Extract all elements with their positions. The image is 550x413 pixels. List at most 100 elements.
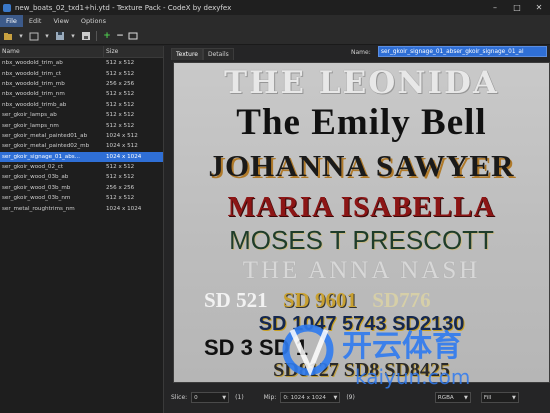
sign-text: SD 9601	[282, 288, 357, 312]
list-item[interactable]: ser_gkoir_lamps_nm 512 x 512	[0, 120, 163, 130]
dropdown-arrow-icon[interactable]: ▾	[16, 31, 26, 41]
list-item[interactable]: ser_gkoir_wood_03b_nm 512 x 512	[0, 193, 163, 203]
menu-file[interactable]: File	[0, 15, 23, 27]
list-item[interactable]: ser_gkoir_signage_01_abs... 1024 x 1024	[0, 151, 163, 162]
sign-text: SD8127 SD8 SD8425	[273, 359, 450, 381]
sign-text: MOSES T PRESCOTT	[229, 225, 494, 255]
texture-size: 512 x 512	[106, 174, 135, 181]
texture-size: 512 x 512	[106, 60, 135, 67]
chevron-down-icon: ▼	[333, 394, 338, 401]
menu-bar: File Edit View Options	[0, 15, 550, 27]
slice-count: (1)	[235, 393, 244, 401]
texture-name: ser_gkoir_wood_03b_ab	[2, 174, 69, 181]
dropdown-arrow-icon[interactable]: ▾	[42, 31, 52, 41]
texture-size: 256 x 256	[106, 184, 135, 191]
list-item[interactable]: ser_gkoir_wood_03b_ab 512 x 512	[0, 172, 163, 182]
name-label: Name:	[351, 49, 371, 56]
app-window: new_boats_02_txd1+hi.ytd - Texture Pack …	[0, 0, 550, 413]
column-header-size[interactable]: Size	[104, 48, 118, 55]
toolbar: ▾ ▾ ▾ + −	[0, 27, 550, 45]
list-item[interactable]: nbx_woodold_trimb_ab 512 x 512	[0, 100, 163, 110]
sd-row-1: SD 521 SD 9601 SD776	[204, 288, 534, 313]
texture-size: 512 x 512	[106, 122, 135, 129]
texture-size: 512 x 512	[106, 101, 135, 108]
save-as-icon[interactable]	[81, 31, 91, 41]
texture-name: ser_gkoir_wood_02_ct	[2, 164, 64, 171]
dropdown-arrow-icon[interactable]: ▾	[68, 31, 78, 41]
chevron-down-icon: ▼	[222, 394, 227, 401]
texture-list: Name Size nbx_woodold_trim_ab 512 x 512 nb…	[0, 45, 164, 413]
texture-size: 1024 x 512	[106, 143, 138, 150]
texture-name: ser_gkoir_metal_painted02_mb	[2, 143, 90, 150]
texture-size: 512 x 512	[106, 164, 135, 171]
sign-text: SD 1047 5743 SD2130	[258, 313, 465, 335]
texture-size: 512 x 512	[106, 70, 135, 77]
replace-icon[interactable]	[128, 31, 138, 41]
texture-size: 1024 x 1024	[106, 205, 142, 212]
sign-text: JOHANNA SAWYER	[208, 148, 515, 183]
slice-select[interactable]: 0 ▼	[191, 391, 230, 403]
app-icon	[3, 3, 11, 12]
open-icon[interactable]	[3, 31, 13, 41]
sign-text: The Emily Bell	[236, 102, 487, 143]
texture-preview: THE LEONIDA The Emily Bell JOHANNA SAWYE…	[173, 62, 550, 383]
mip-value: 0: 1024 x 1024	[283, 394, 326, 401]
texture-name: ser_gkoir_wood_03b_nm	[2, 195, 71, 202]
format-value: RGBA	[437, 394, 454, 401]
name-field[interactable]: ser_gkoir_signage_01_abser_gkoir_signage…	[378, 46, 547, 57]
remove-icon[interactable]: −	[115, 31, 125, 41]
texture-name: ser_gkoir_metal_painted01_ab	[2, 132, 88, 139]
mip-label: Mip:	[263, 393, 277, 401]
slice-label: Slice:	[171, 393, 188, 401]
fit-select[interactable]: Fill ▼	[480, 391, 519, 403]
texture-size: 512 x 512	[106, 91, 135, 98]
list-header: Name Size	[0, 45, 163, 58]
mip-select[interactable]: 0: 1024 x 1024 ▼	[280, 391, 341, 403]
list-item[interactable]: ser_gkoir_metal_painted02_mb 1024 x 512	[0, 141, 163, 151]
list-item[interactable]: ser_gkoir_metal_painted01_ab 1024 x 512	[0, 131, 163, 141]
list-item[interactable]: nbx_woodold_trim_ab 512 x 512	[0, 58, 163, 68]
list-item[interactable]: ser_gkoir_wood_03b_mb 256 x 256	[0, 183, 163, 193]
texture-size: 256 x 256	[106, 80, 135, 87]
texture-name: nbx_woodold_trim_ab	[2, 60, 63, 67]
chevron-down-icon: ▼	[511, 394, 516, 401]
tab-texture[interactable]: Texture	[171, 48, 203, 60]
mip-count: (9)	[346, 393, 355, 401]
texture-size: 1024 x 512	[106, 132, 138, 139]
fit-value: Fill	[483, 394, 492, 401]
chevron-down-icon: ▼	[463, 394, 468, 401]
texture-name: ser_gkoir_signage_01_abs...	[2, 153, 81, 160]
texture-panel: Texture Details Name: ser_gkoir_signage_…	[165, 46, 550, 413]
save-icon[interactable]	[55, 31, 65, 41]
list-item[interactable]: nbx_woodold_trim_mb 256 x 256	[0, 79, 163, 89]
menu-view[interactable]: View	[47, 15, 74, 27]
slice-value: 0	[194, 394, 198, 401]
format-select[interactable]: RGBA ▼	[434, 391, 471, 403]
list-item[interactable]: ser_gkoir_lamps_ab 512 x 512	[0, 110, 163, 120]
list-item[interactable]: ser_gkoir_wood_02_ct 512 x 512	[0, 162, 163, 172]
window-title: new_boats_02_txd1+hi.ytd - Texture Pack …	[15, 3, 232, 12]
sign-text: MARIA ISABELLA	[227, 191, 496, 223]
list-item[interactable]: nbx_woodold_trim_ct 512 x 512	[0, 68, 163, 78]
maximize-button[interactable]: □	[506, 0, 528, 15]
list-item[interactable]: ser_metal_roughtrims_nm 1024 x 1024	[0, 203, 163, 213]
sign-text: THE ANNA NASH	[242, 257, 481, 284]
minimize-button[interactable]: –	[484, 0, 506, 15]
texture-name: ser_gkoir_wood_03b_mb	[2, 184, 71, 191]
tab-details[interactable]: Details	[202, 48, 234, 60]
list-item[interactable]: nbx_woodold_trim_nm 512 x 512	[0, 89, 163, 99]
menu-edit[interactable]: Edit	[23, 15, 48, 27]
sign-text: THE LEONIDA	[224, 65, 499, 101]
add-icon[interactable]: +	[102, 31, 112, 41]
texture-size: 1024 x 1024	[106, 153, 142, 160]
menu-options[interactable]: Options	[75, 15, 112, 27]
bottom-bar: Slice: 0 ▼ (1) Mip: 0: 1024 x 1024 ▼ (9) R…	[165, 388, 550, 406]
folder-icon[interactable]	[29, 31, 39, 41]
close-button[interactable]: ✕	[528, 0, 550, 15]
texture-name: nbx_woodold_trim_mb	[2, 80, 65, 87]
texture-name: ser_gkoir_lamps_nm	[2, 122, 59, 129]
toolbar-separator	[96, 30, 97, 41]
sign-text: SD 3 SD 1	[204, 335, 308, 360]
column-header-name[interactable]: Name	[0, 45, 104, 58]
texture-size: 512 x 512	[106, 112, 135, 119]
